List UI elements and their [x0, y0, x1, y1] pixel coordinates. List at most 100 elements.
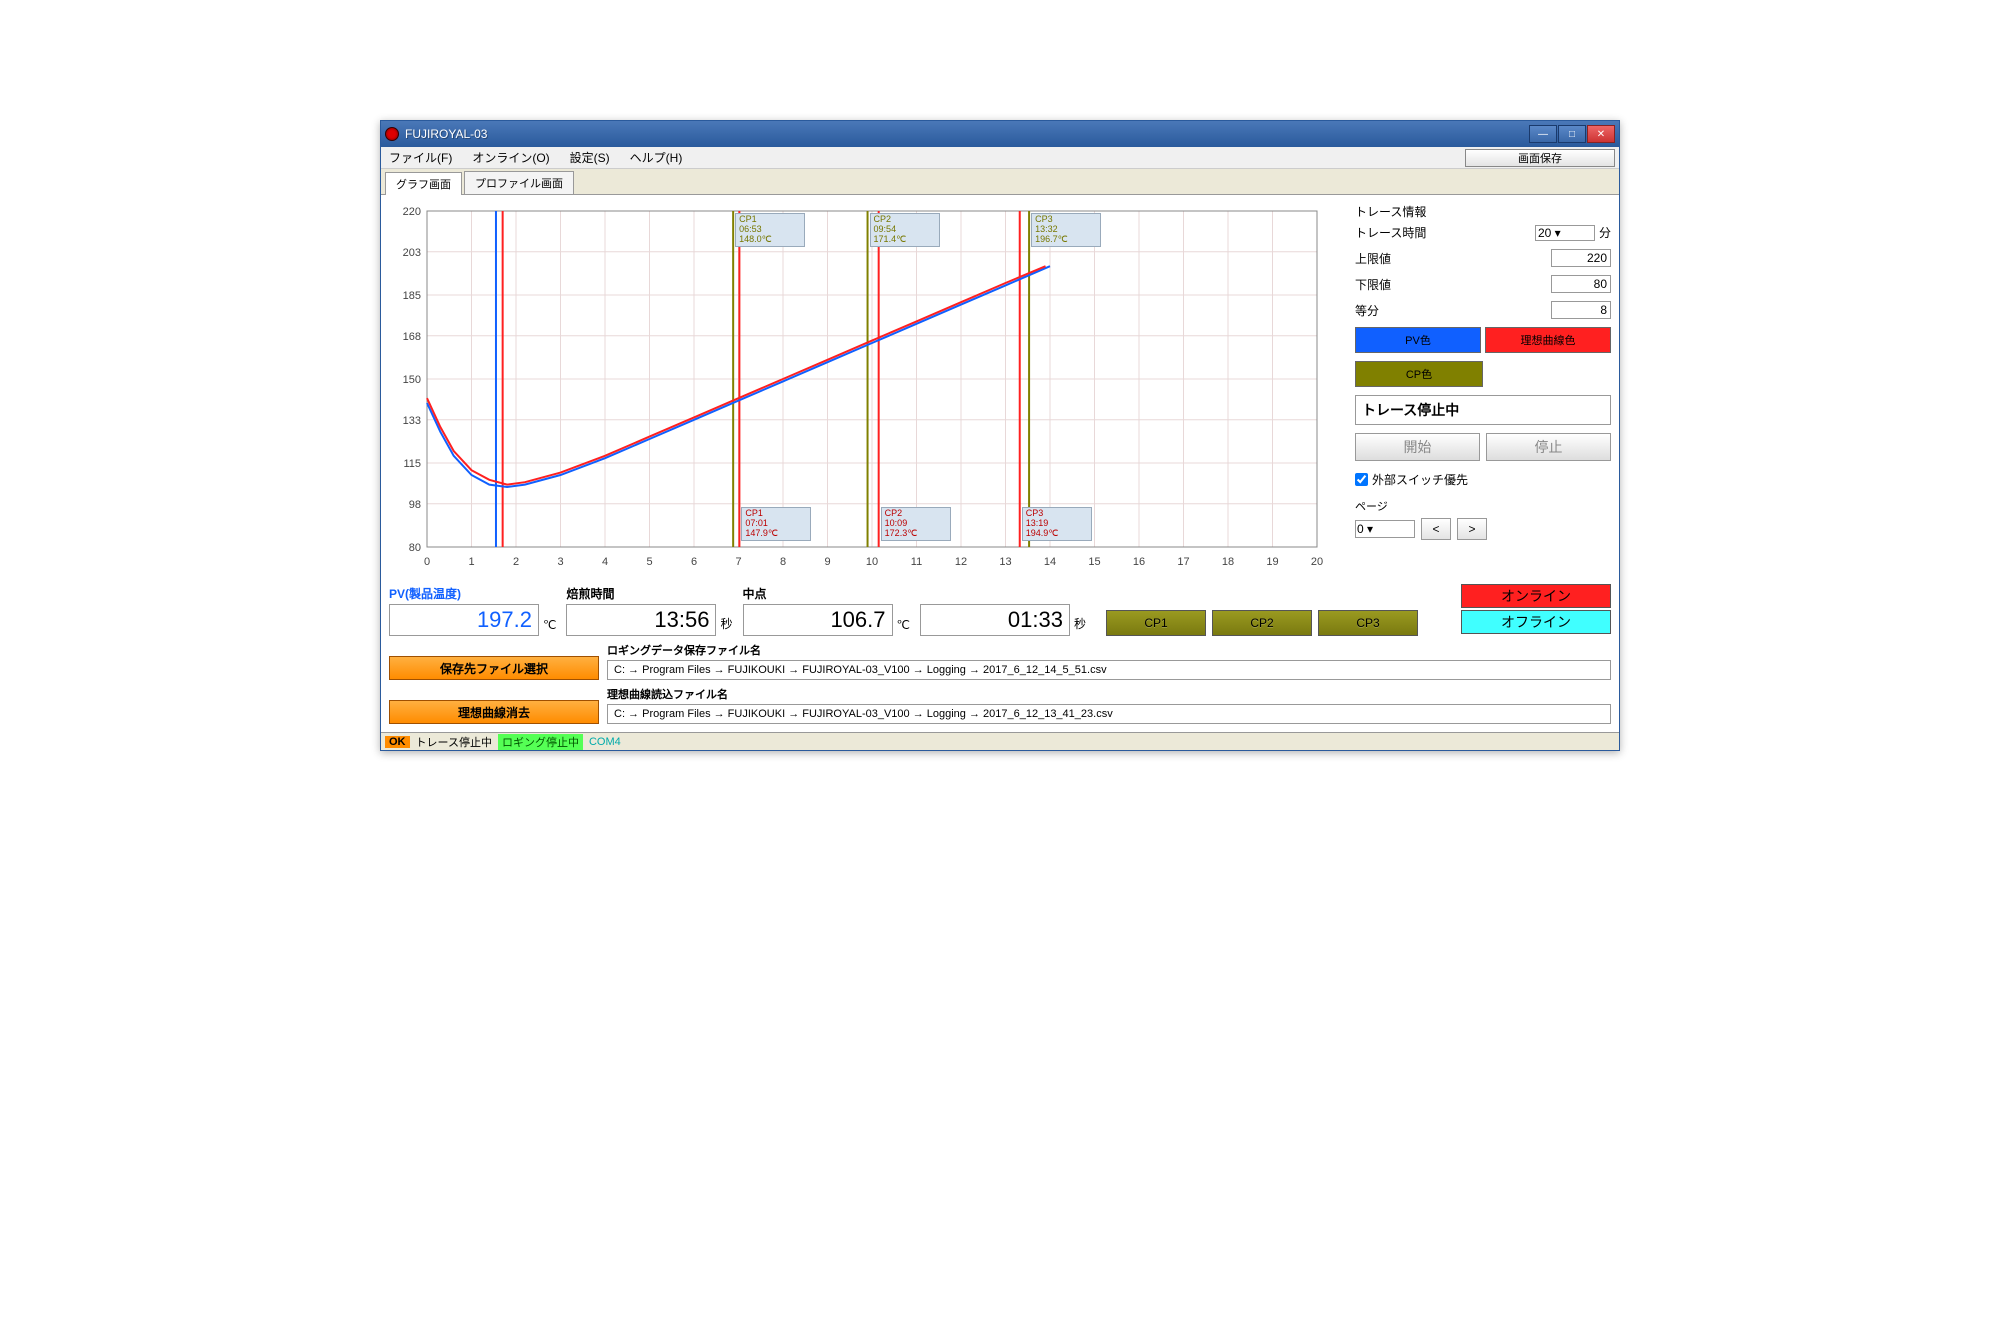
- trace-time-label: トレース時間: [1355, 224, 1535, 241]
- tab-profile[interactable]: プロファイル画面: [464, 171, 574, 194]
- upper-value[interactable]: 220: [1551, 249, 1611, 267]
- svg-text:13: 13: [999, 556, 1011, 568]
- ext-switch-checkbox[interactable]: 外部スイッチ優先: [1355, 471, 1611, 488]
- tabs: グラフ画面 プロファイル画面: [381, 169, 1619, 195]
- upper-label: 上限値: [1355, 250, 1551, 267]
- bottom-panel: PV(製品温度) 197.2℃ 焙煎時間 13:56秒 中点 106.7℃ 01…: [381, 580, 1619, 732]
- svg-text:6: 6: [691, 556, 697, 568]
- svg-text:150: 150: [403, 374, 421, 386]
- mid-time-value: 01:33: [920, 604, 1070, 636]
- cp-flag: CP106:53148.0℃: [735, 213, 805, 247]
- ext-switch-input[interactable]: [1355, 473, 1368, 486]
- svg-text:2: 2: [513, 556, 519, 568]
- app-window: FUJIROYAL-03 — □ ✕ ファイル(F) オンライン(O) 設定(S…: [380, 120, 1620, 751]
- pv-label: PV(製品温度): [389, 585, 556, 602]
- svg-text:3: 3: [557, 556, 563, 568]
- status-com: COM4: [589, 736, 621, 748]
- svg-text:168: 168: [403, 331, 421, 343]
- svg-text:7: 7: [735, 556, 741, 568]
- close-button[interactable]: ✕: [1587, 125, 1615, 143]
- svg-text:220: 220: [403, 206, 421, 218]
- cp-flag: CP313:32196.7℃: [1031, 213, 1101, 247]
- content: 8098115133150168185203220012345678910111…: [381, 195, 1619, 580]
- mid-label: 中点: [743, 585, 910, 602]
- svg-text:9: 9: [824, 556, 830, 568]
- svg-text:185: 185: [403, 290, 421, 302]
- svg-text:5: 5: [646, 556, 652, 568]
- stop-button[interactable]: 停止: [1486, 433, 1611, 461]
- div-label: 等分: [1355, 302, 1551, 319]
- svg-text:16: 16: [1133, 556, 1145, 568]
- svg-text:14: 14: [1044, 556, 1056, 568]
- cp-color-button[interactable]: CP色: [1355, 361, 1483, 387]
- svg-text:0: 0: [424, 556, 430, 568]
- status-ok: OK: [385, 736, 410, 748]
- cp1-button[interactable]: CP1: [1106, 610, 1206, 636]
- cp-flag: CP209:54171.4℃: [870, 213, 940, 247]
- menubar: ファイル(F) オンライン(O) 設定(S) ヘルプ(H) 画面保存: [381, 147, 1619, 169]
- offline-button[interactable]: オフライン: [1461, 610, 1611, 634]
- window-controls: — □ ✕: [1529, 125, 1615, 143]
- menu-file[interactable]: ファイル(F): [385, 147, 456, 168]
- page-select[interactable]: 0 ▾: [1355, 520, 1415, 538]
- cp-flag: CP210:09172.3℃: [881, 507, 951, 541]
- ideal-file-path: C: → Program Files → FUJIKOUKI → FUJIROY…: [607, 704, 1611, 724]
- svg-text:10: 10: [866, 556, 878, 568]
- svg-text:18: 18: [1222, 556, 1234, 568]
- roast-unit: 秒: [720, 615, 732, 636]
- clear-ideal-button[interactable]: 理想曲線消去: [389, 700, 599, 724]
- page-prev-button[interactable]: <: [1421, 518, 1451, 540]
- trace-time-select[interactable]: 20 ▾: [1535, 225, 1595, 241]
- start-button[interactable]: 開始: [1355, 433, 1480, 461]
- cp3-button[interactable]: CP3: [1318, 610, 1418, 636]
- tab-graph[interactable]: グラフ画面: [385, 172, 462, 195]
- svg-text:19: 19: [1266, 556, 1278, 568]
- svg-text:98: 98: [409, 499, 421, 511]
- minimize-button[interactable]: —: [1529, 125, 1557, 143]
- side-panel: トレース情報 トレース時間 20 ▾ 分 上限値220 下限値80 等分8 PV…: [1353, 201, 1613, 574]
- window-title: FUJIROYAL-03: [405, 127, 1529, 141]
- page-next-button[interactable]: >: [1457, 518, 1487, 540]
- svg-text:15: 15: [1088, 556, 1100, 568]
- pv-value: 197.2: [389, 604, 539, 636]
- lower-value[interactable]: 80: [1551, 275, 1611, 293]
- menu-settings[interactable]: 設定(S): [566, 147, 614, 168]
- cp-flag: CP313:19194.9℃: [1022, 507, 1092, 541]
- save-screen-button[interactable]: 画面保存: [1465, 149, 1615, 167]
- pv-color-button[interactable]: PV色: [1355, 327, 1481, 353]
- titlebar: FUJIROYAL-03 — □ ✕: [381, 121, 1619, 147]
- mid-time-unit: 秒: [1074, 615, 1086, 636]
- file-rows: 保存先ファイル選択 ロギングデータ保存ファイル名 C: → Program Fi…: [389, 642, 1611, 724]
- page-label: ページ: [1355, 498, 1611, 514]
- trace-info-title: トレース情報: [1355, 203, 1611, 220]
- pv-unit: ℃: [543, 618, 556, 636]
- cp2-button[interactable]: CP2: [1212, 610, 1312, 636]
- svg-text:115: 115: [403, 458, 421, 470]
- trace-time-unit: 分: [1599, 224, 1611, 241]
- svg-text:4: 4: [602, 556, 608, 568]
- statusbar: OK トレース停止中 ロギング停止中 COM4: [381, 732, 1619, 750]
- menu-help[interactable]: ヘルプ(H): [626, 147, 687, 168]
- maximize-button[interactable]: □: [1558, 125, 1586, 143]
- log-file-label: ロギングデータ保存ファイル名: [607, 642, 1611, 658]
- svg-text:133: 133: [403, 415, 421, 427]
- mid-unit: ℃: [897, 618, 910, 636]
- online-button[interactable]: オンライン: [1461, 584, 1611, 608]
- ideal-file-label: 理想曲線読込ファイル名: [607, 686, 1611, 702]
- svg-text:17: 17: [1177, 556, 1189, 568]
- trace-status: トレース停止中: [1355, 395, 1611, 425]
- chart-svg: 8098115133150168185203220012345678910111…: [387, 201, 1327, 571]
- status-logging: ロギング停止中: [498, 734, 583, 750]
- save-file-button[interactable]: 保存先ファイル選択: [389, 656, 599, 680]
- readouts: PV(製品温度) 197.2℃ 焙煎時間 13:56秒 中点 106.7℃ 01…: [389, 584, 1611, 636]
- svg-text:8: 8: [780, 556, 786, 568]
- status-trace: トレース停止中: [416, 734, 492, 750]
- svg-text:20: 20: [1311, 556, 1323, 568]
- div-value[interactable]: 8: [1551, 301, 1611, 319]
- svg-text:12: 12: [955, 556, 967, 568]
- menu-online[interactable]: オンライン(O): [468, 147, 553, 168]
- app-icon: [385, 127, 399, 141]
- cp-flag: CP107:01147.9℃: [741, 507, 811, 541]
- svg-text:203: 203: [403, 247, 421, 259]
- ideal-color-button[interactable]: 理想曲線色: [1485, 327, 1611, 353]
